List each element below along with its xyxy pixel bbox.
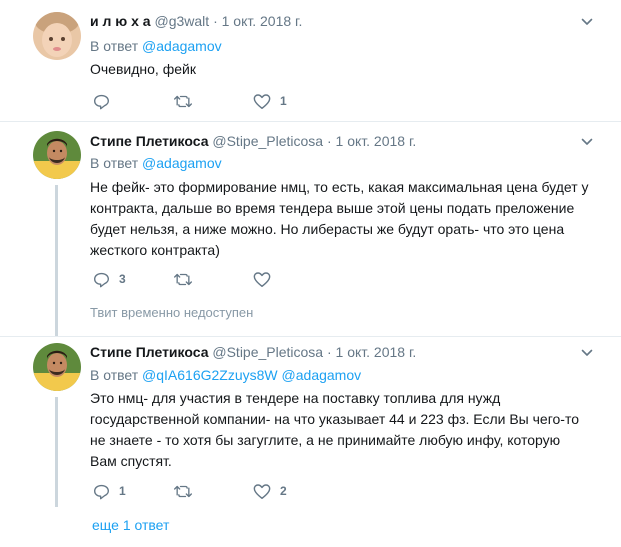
show-more-replies-link[interactable]: еще 1 ответ xyxy=(92,516,169,534)
separator-dot: · xyxy=(213,13,218,29)
tweet-3[interactable]: Стипе Плетикоса @Stipe_Pleticosa · 1 окт… xyxy=(0,337,621,547)
retweet-icon xyxy=(174,273,192,285)
heart-icon xyxy=(253,483,271,499)
avatar-image xyxy=(33,343,81,391)
separator-dot: · xyxy=(326,344,332,360)
tweet-actions: 1 2 xyxy=(90,480,390,502)
tweet-menu-button[interactable] xyxy=(581,346,593,358)
mention-link[interactable]: @adagamov xyxy=(142,155,222,171)
reply-prefix: В ответ xyxy=(90,155,139,171)
reply-context: В ответ @adagamov xyxy=(90,154,222,172)
retweet-icon xyxy=(174,95,192,107)
reply-count: 1 xyxy=(119,484,126,498)
avatar-stipe[interactable] xyxy=(33,343,81,391)
retweet-icon xyxy=(174,485,192,497)
avatar-ilyuha[interactable] xyxy=(33,12,81,60)
tweet-actions: 3 xyxy=(90,268,390,290)
tweet-header: Стипе Плетикоса @Stipe_Pleticosa · 1 окт… xyxy=(90,132,416,150)
tweet-timestamp[interactable]: 1 окт. 2018 г. xyxy=(222,13,303,29)
tweet-timestamp[interactable]: 1 окт. 2018 г. xyxy=(336,133,417,149)
chevron-down-icon xyxy=(581,138,593,145)
tweet-2[interactable]: Стипе Плетикоса @Stipe_Pleticosa · 1 окт… xyxy=(0,122,621,336)
reply-prefix: В ответ xyxy=(90,367,139,383)
tweet-timestamp[interactable]: 1 окт. 2018 г. xyxy=(336,344,417,360)
retweet-button[interactable] xyxy=(173,90,202,112)
avatar-image xyxy=(33,12,81,60)
like-button[interactable]: 1 xyxy=(253,90,287,112)
reply-count: 3 xyxy=(119,272,126,286)
mention-link[interactable]: @qIA616G2Zzuys8W xyxy=(142,367,278,383)
reply-button[interactable]: 3 xyxy=(93,268,126,290)
reply-icon xyxy=(94,484,109,499)
reply-button[interactable] xyxy=(93,90,119,112)
like-button[interactable] xyxy=(253,268,280,290)
reply-context: В ответ @qIA616G2Zzuys8W @adagamov xyxy=(90,366,361,384)
tweet-text: Не фейк- это формирование нмц, то есть, … xyxy=(90,179,589,258)
tweet-actions: 1 xyxy=(90,90,390,112)
tweet-unavailable-notice: Твит временно недоступен xyxy=(90,305,254,320)
tweet-1[interactable]: и л ю х а @g3walt · 1 окт. 2018 г. В отв… xyxy=(0,0,621,122)
reply-icon xyxy=(94,94,109,109)
thread-line xyxy=(55,397,58,507)
chevron-down-icon xyxy=(581,18,593,25)
separator-dot: · xyxy=(326,133,332,149)
author-handle[interactable]: @g3walt xyxy=(154,13,209,29)
avatar-image xyxy=(33,131,81,179)
reply-context: В ответ @adagamov xyxy=(90,37,222,55)
tweet-menu-button[interactable] xyxy=(581,135,593,147)
tweet-text: Это нмц- для участия в тендере на постав… xyxy=(90,390,580,469)
tweet-text: Очевидно, фейк xyxy=(90,61,196,77)
reply-button[interactable]: 1 xyxy=(93,480,126,502)
author-name[interactable]: Стипе Плетикоса xyxy=(90,133,208,149)
author-name[interactable]: и л ю х а xyxy=(90,13,151,29)
tweet-menu-button[interactable] xyxy=(581,15,593,27)
mention-link[interactable]: @adagamov xyxy=(282,367,362,383)
author-handle[interactable]: @Stipe_Pleticosa xyxy=(212,344,323,360)
author-name[interactable]: Стипе Плетикоса xyxy=(90,344,208,360)
thread-line xyxy=(55,185,58,336)
mention-link[interactable]: @adagamov xyxy=(142,38,222,54)
chevron-down-icon xyxy=(581,349,593,356)
author-handle[interactable]: @Stipe_Pleticosa xyxy=(212,133,323,149)
tweet-header: Стипе Плетикоса @Stipe_Pleticosa · 1 окт… xyxy=(90,343,416,361)
like-count: 2 xyxy=(280,484,287,498)
avatar-stipe[interactable] xyxy=(33,131,81,179)
retweet-button[interactable] xyxy=(173,268,202,290)
tweet-header: и л ю х а @g3walt · 1 окт. 2018 г. xyxy=(90,12,302,30)
reply-icon xyxy=(94,272,109,287)
like-count: 1 xyxy=(280,94,287,108)
heart-icon xyxy=(253,93,271,109)
reply-prefix: В ответ xyxy=(90,38,139,54)
retweet-button[interactable] xyxy=(173,480,202,502)
heart-icon xyxy=(253,271,271,287)
like-button[interactable]: 2 xyxy=(253,480,287,502)
